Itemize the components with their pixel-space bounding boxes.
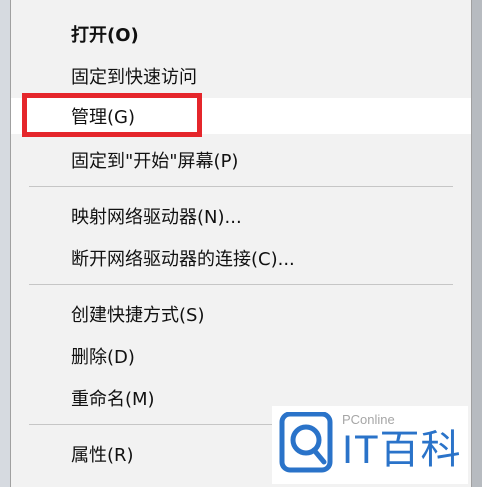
- watermark-small-text: PConline: [342, 412, 395, 427]
- menu-item-pin-quick-access[interactable]: 固定到快速访问: [11, 58, 471, 94]
- window-edge-left: [0, 0, 10, 487]
- watermark-brand-text: IT百科: [342, 428, 462, 472]
- menu-separator: [29, 186, 453, 187]
- menu-item-manage[interactable]: 管理(G): [11, 98, 471, 134]
- menu-item-delete[interactable]: 删除(D): [11, 338, 471, 374]
- menu-item-open[interactable]: 打开(O): [11, 16, 471, 52]
- menu-item-disconnect-network-drive[interactable]: 断开网络驱动器的连接(C)...: [11, 240, 471, 276]
- watermark-logo: PConline IT百科: [272, 406, 468, 484]
- menu-separator: [29, 284, 453, 285]
- menu-item-pin-start[interactable]: 固定到"开始"屏幕(P): [11, 142, 471, 178]
- magnifier-logo-icon: [279, 412, 333, 473]
- menu-item-map-network-drive[interactable]: 映射网络驱动器(N)...: [11, 198, 471, 234]
- menu-item-create-shortcut[interactable]: 创建快捷方式(S): [11, 296, 471, 332]
- window-edge-right: [472, 0, 482, 487]
